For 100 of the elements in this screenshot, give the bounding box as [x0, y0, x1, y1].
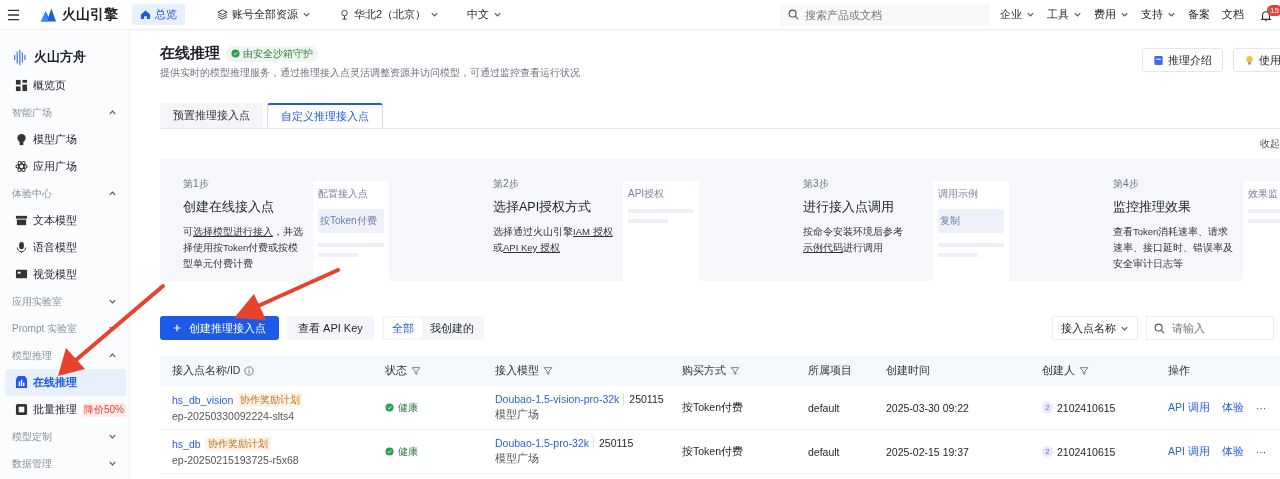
action-link[interactable]: 体验	[1221, 444, 1244, 459]
box-icon	[15, 214, 28, 227]
step-description: 查看Token消耗速率、请求速率、接口延时、错误率及安全审计日志等	[1113, 225, 1234, 271]
document-icon	[1153, 54, 1164, 66]
chevron-down-icon	[1073, 10, 1082, 19]
action-link[interactable]: API 调用	[1168, 400, 1210, 415]
info-icon[interactable]	[244, 366, 255, 376]
search-field[interactable]: 搜索产品或文档	[780, 3, 990, 26]
atom-icon	[15, 160, 28, 173]
filter-option[interactable]: 我创建的	[421, 318, 482, 338]
more-button[interactable]: ···	[1255, 445, 1267, 458]
product-name: 火山方舟	[34, 48, 86, 66]
preview-title: 效果监	[1248, 187, 1279, 201]
preview-title: API授权	[628, 187, 666, 201]
column-header: 所属项目	[808, 364, 852, 378]
top-menu-item[interactable]: 文档	[1222, 7, 1244, 22]
chevron-down-icon	[1120, 10, 1129, 19]
top-menu-item[interactable]: 支持	[1141, 7, 1176, 22]
step-title: 进行接入点调用	[803, 199, 895, 216]
sidebar-item[interactable]: 批量推理 降价50%	[5, 396, 126, 423]
step-link[interactable]: IAM 授权	[573, 226, 613, 237]
preview-title: 调用示例	[938, 187, 979, 201]
endpoint-name-link[interactable]: hs_db_vision	[172, 394, 234, 406]
column-header: 状态	[385, 364, 407, 378]
program-tag: 协作奖励计划	[237, 393, 304, 407]
search-field[interactable]: 请输入	[1146, 316, 1274, 340]
sidebar-item[interactable]: 在线推理	[5, 369, 126, 396]
filter-icon[interactable]	[1079, 366, 1089, 376]
top-menu-item[interactable]: 企业	[1000, 7, 1035, 22]
topbar-dropdown[interactable]: 中文	[467, 7, 503, 22]
bulb-icon	[15, 133, 28, 146]
sidebar-item[interactable]: 视觉模型	[5, 261, 126, 288]
step-link[interactable]: API Key 授权	[503, 242, 560, 253]
plus-icon	[173, 324, 181, 332]
sidebar-item[interactable]: 语音模型	[5, 234, 126, 261]
layers-icon	[15, 403, 28, 416]
program-tag: 协作奖励计划	[204, 437, 271, 451]
preview-title: 配置接入点	[318, 187, 369, 201]
chart-icon	[15, 376, 28, 389]
location-pin-icon	[339, 9, 350, 20]
step-description: 按命令安装环境后参考 示例代码进行调用	[803, 225, 904, 255]
check-icon	[231, 49, 240, 58]
chevron-down-icon	[1167, 10, 1176, 19]
column-header: 购买方式	[682, 364, 726, 378]
top-menu-item[interactable]: 工具	[1047, 7, 1082, 22]
notification-badge: 15	[1267, 4, 1280, 16]
status-label: 健康	[398, 400, 418, 415]
security-badge: 由安全沙箱守护	[226, 45, 318, 62]
column-header: 接入点名称/ID	[172, 364, 241, 378]
preview-chip: 按Token付费	[318, 209, 384, 233]
model-version: 250115	[623, 393, 664, 405]
bell-icon[interactable]	[1260, 9, 1272, 22]
check-circle-icon	[385, 403, 394, 412]
topbar-dropdown[interactable]: 账号全部资源	[217, 7, 311, 22]
bulb-icon	[1244, 54, 1255, 66]
filter-option[interactable]: 全部	[383, 318, 422, 338]
page-title: 在线推理	[160, 44, 220, 63]
collapse-link[interactable]: 收起	[1260, 137, 1280, 151]
step-number: 第3步	[803, 177, 830, 191]
step-description: 可选择模型进行接入，并选择使用按Token付费或按模型单元付费计费	[183, 225, 304, 271]
filter-icon[interactable]	[411, 366, 421, 376]
endpoint-name-link[interactable]: hs_db	[172, 438, 201, 450]
sidebar-item[interactable]: 应用广场	[5, 153, 126, 180]
action-link[interactable]: 体验	[1221, 400, 1244, 415]
tab[interactable]: 自定义推理接入点	[267, 103, 383, 128]
model-link[interactable]: Doubao-1.5-vision-pro-32k	[495, 393, 620, 405]
column-header: 操作	[1168, 364, 1190, 378]
discount-badge: 降价50%	[82, 402, 126, 417]
sidebar-item[interactable]: 模型广场	[5, 126, 126, 153]
create-button[interactable]: 创建推理接入点	[160, 316, 279, 340]
filter-icon[interactable]	[730, 366, 740, 376]
top-menu-item[interactable]: 备案	[1188, 7, 1210, 22]
chevron-down-icon	[493, 10, 503, 19]
header-button[interactable]: 推理介绍	[1142, 48, 1223, 72]
step-link[interactable]: 选择模型进行接入	[193, 226, 273, 237]
table-cell: default	[808, 401, 840, 414]
table-cell: 按Token付费	[682, 444, 744, 459]
chevron-down-icon	[302, 10, 311, 19]
header-button[interactable]: 使用	[1233, 48, 1280, 72]
microphone-icon	[15, 241, 28, 254]
sidebar-item[interactable]: 文本模型	[5, 207, 126, 234]
topbar-dropdown[interactable]: 华北2（北京）	[339, 7, 440, 22]
field-select[interactable]: 接入点名称	[1052, 316, 1138, 340]
sidebar-item[interactable]: 概览页	[5, 72, 126, 99]
more-button[interactable]: ···	[1255, 401, 1267, 414]
table-cell: 2102410615	[1057, 445, 1116, 458]
filter-icon[interactable]	[543, 366, 553, 376]
action-link[interactable]: API 调用	[1168, 444, 1210, 459]
api-key-button[interactable]: 查看 API Key	[287, 316, 374, 340]
tab[interactable]: 预置推理接入点	[160, 103, 263, 128]
top-menu-item[interactable]: 费用	[1094, 7, 1129, 22]
endpoint-id: ep-20250330092224-slts4	[172, 410, 296, 422]
step-link[interactable]: 示例代码	[803, 242, 843, 253]
home-icon	[140, 9, 151, 20]
menu-icon[interactable]	[7, 8, 20, 21]
product-logo-icon	[14, 48, 26, 66]
home-tab[interactable]: 总览	[132, 4, 185, 25]
model-link[interactable]: Doubao-1.5-pro-32k	[495, 437, 589, 449]
chevron-down-icon	[430, 10, 440, 19]
model-version: 250115	[593, 437, 634, 449]
